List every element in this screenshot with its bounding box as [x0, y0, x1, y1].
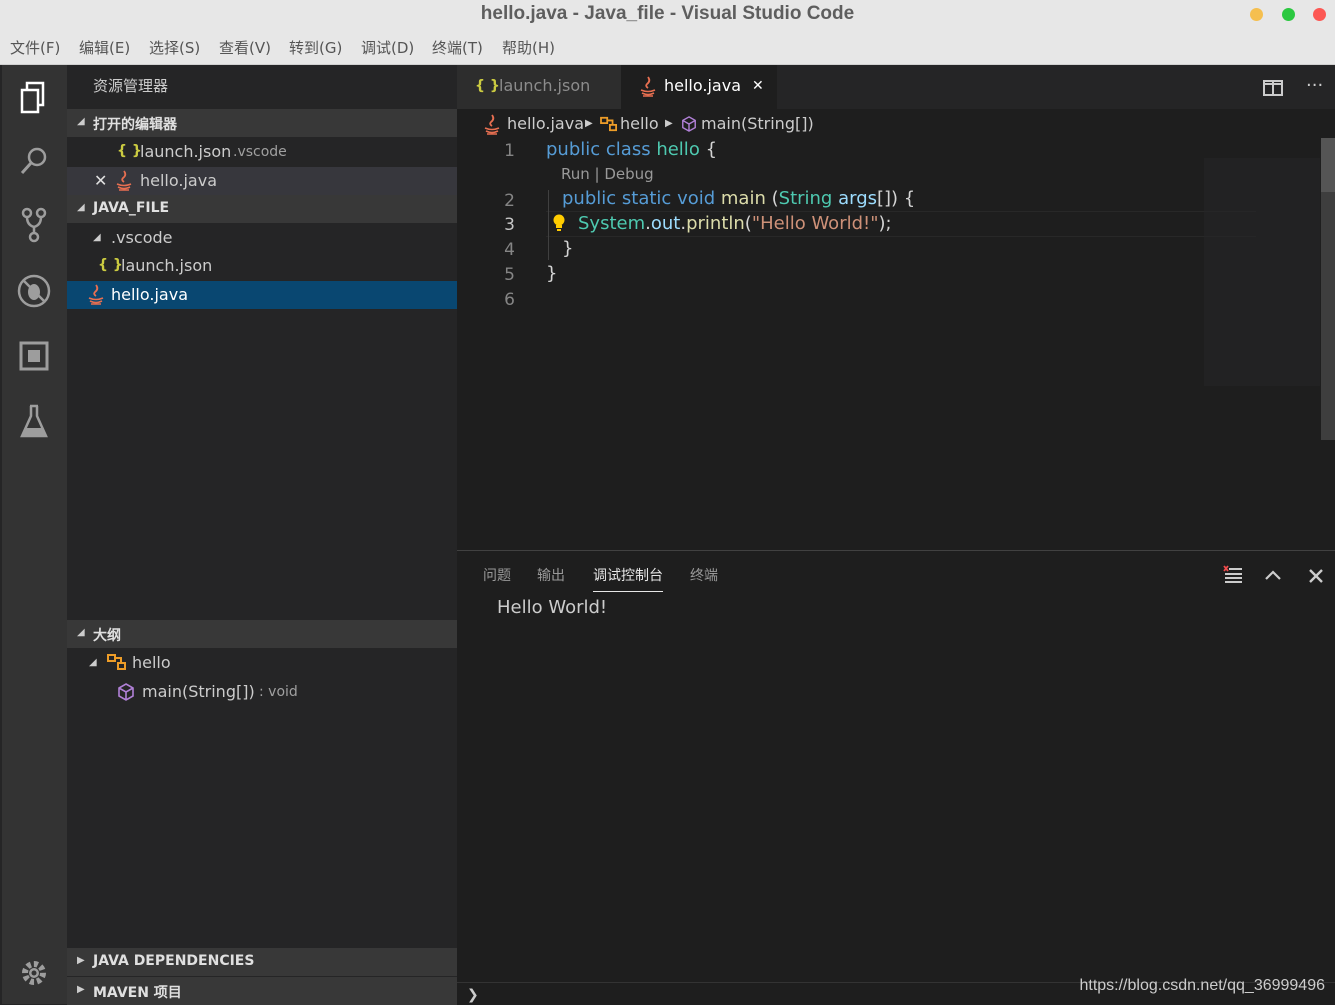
bottom-panel: 问题 输出 调试控制台 终端 Hello World! ❯ https://bl…: [457, 550, 1335, 1005]
window-title: hello.java - Java_file - Visual Studio C…: [480, 3, 855, 24]
code-line-4[interactable]: }: [562, 238, 573, 259]
clear-console-icon[interactable]: [1223, 565, 1243, 590]
open-editor-hello-java[interactable]: ✕ hello.java: [67, 167, 457, 195]
workspace-header[interactable]: ◢ JAVA_FILE: [67, 195, 457, 223]
close-panel-icon[interactable]: [1307, 565, 1325, 590]
close-editor-icon[interactable]: ✕: [94, 171, 107, 190]
tab-hello-java[interactable]: hello.java ✕: [621, 65, 777, 109]
json-icon: { }: [475, 78, 500, 94]
maximize-button[interactable]: [1282, 8, 1295, 21]
breadcrumb-method[interactable]: main(String[]): [701, 114, 814, 133]
tree-item-hello-java[interactable]: hello.java: [67, 281, 457, 309]
json-icon: { }: [98, 257, 123, 273]
tree-item-launch-json[interactable]: { } launch.json: [67, 252, 457, 280]
tab-problems[interactable]: 问题: [483, 565, 511, 585]
chevron-right-icon: ▶: [585, 118, 593, 129]
console-prompt-icon[interactable]: ❯: [467, 987, 479, 1003]
line-number: 4: [504, 240, 515, 260]
outline-item-hello[interactable]: ◢ hello: [67, 649, 457, 677]
java-icon: [115, 170, 133, 196]
menu-help[interactable]: 帮助(H): [502, 37, 555, 58]
console-output: Hello World!: [497, 597, 608, 618]
outline-header[interactable]: ◢ 大纲: [67, 620, 457, 648]
code-line-5[interactable]: }: [546, 263, 557, 284]
collapsed-chevron-icon: ▶: [77, 955, 85, 966]
breadcrumb: hello.java ▶ hello ▶ main(String[]): [457, 110, 1335, 138]
menu-file[interactable]: 文件(F): [10, 37, 60, 58]
collapsed-chevron-icon: ▶: [77, 984, 85, 995]
editor-scrollbar-thumb[interactable]: [1321, 138, 1335, 192]
editor-tabs: { } launch.json hello.java ✕ ···: [457, 65, 1335, 109]
minimize-button[interactable]: [1250, 8, 1263, 21]
code-line-3[interactable]: System.out.println("Hello World!");: [578, 213, 892, 234]
line-number: 2: [504, 191, 515, 211]
tree-item-vscode-folder[interactable]: ◢ .vscode: [67, 224, 457, 252]
class-icon: [107, 653, 127, 675]
close-window-button[interactable]: [1313, 8, 1326, 21]
settings-gear-icon[interactable]: [16, 955, 52, 991]
test-flask-icon[interactable]: [16, 403, 52, 439]
json-icon: { }: [117, 143, 142, 159]
outline-item-main[interactable]: main(String[]) : void: [67, 678, 457, 706]
explorer-sidebar: 资源管理器 ◢ 打开的编辑器 { } launch.json .vscode ✕…: [67, 65, 457, 1005]
menu-terminal[interactable]: 终端(T): [432, 37, 483, 58]
title-bar: hello.java - Java_file - Visual Studio C…: [0, 0, 1335, 30]
line-number: 3: [504, 215, 515, 235]
menu-view[interactable]: 查看(V): [219, 37, 271, 58]
line-number: 6: [504, 290, 515, 310]
java-icon: [87, 284, 105, 310]
indent-guide: [548, 190, 549, 260]
line-number: 5: [504, 265, 515, 285]
expanded-chevron-icon: ◢: [77, 627, 85, 638]
breadcrumb-file[interactable]: hello.java: [507, 114, 584, 133]
open-editor-launch-json[interactable]: { } launch.json .vscode: [67, 138, 457, 166]
expanded-chevron-icon: ◢: [93, 232, 101, 243]
java-dependencies-header[interactable]: ▶ JAVA DEPENDENCIES: [67, 948, 457, 976]
extensions-icon[interactable]: [16, 338, 52, 374]
chevron-right-icon: ▶: [665, 118, 673, 129]
line-number: 1: [504, 141, 515, 161]
source-control-icon[interactable]: [16, 207, 52, 243]
menu-debug[interactable]: 调试(D): [361, 37, 414, 58]
watermark-text: https://blog.csdn.net/qq_36999496: [1079, 977, 1325, 994]
tab-debug-console[interactable]: 调试控制台: [593, 565, 663, 592]
expanded-chevron-icon: ◢: [77, 116, 85, 127]
expanded-chevron-icon: ◢: [77, 202, 85, 213]
menu-edit[interactable]: 编辑(E): [79, 37, 130, 58]
lightbulb-icon[interactable]: [552, 213, 566, 237]
maven-header[interactable]: ▶ MAVEN 项目: [67, 977, 457, 1005]
split-editor-icon[interactable]: [1263, 79, 1283, 101]
open-editors-header[interactable]: ◢ 打开的编辑器: [67, 109, 457, 137]
sidebar-title: 资源管理器: [93, 77, 169, 95]
more-actions-icon[interactable]: ···: [1306, 75, 1323, 96]
files-icon[interactable]: [16, 80, 52, 116]
menu-bar: 文件(F) 编辑(E) 选择(S) 查看(V) 转到(G) 调试(D) 终端(T…: [0, 30, 1335, 65]
java-icon: [483, 114, 501, 140]
menu-selection[interactable]: 选择(S): [149, 37, 200, 58]
close-tab-icon[interactable]: ✕: [752, 78, 764, 94]
code-line-1[interactable]: public class hello {: [546, 139, 717, 160]
code-lens-run-debug[interactable]: Run | Debug: [561, 165, 654, 183]
maximize-panel-icon[interactable]: [1263, 565, 1283, 590]
expanded-chevron-icon: ◢: [89, 657, 97, 668]
debug-icon[interactable]: [16, 273, 52, 309]
java-icon: [639, 76, 657, 102]
tab-output[interactable]: 输出: [537, 565, 565, 585]
search-icon[interactable]: [16, 143, 52, 179]
tab-terminal[interactable]: 终端: [690, 565, 718, 585]
code-line-2[interactable]: public static void main (String args[]) …: [562, 188, 915, 209]
class-icon: [600, 116, 618, 136]
method-cube-icon: [117, 683, 135, 705]
menu-go[interactable]: 转到(G): [289, 37, 342, 58]
tab-launch-json[interactable]: { } launch.json: [457, 65, 621, 109]
method-cube-icon: [681, 116, 697, 136]
breadcrumb-class[interactable]: hello: [620, 114, 659, 133]
activity-bar: [2, 65, 67, 1004]
minimap[interactable]: [1204, 158, 1320, 386]
